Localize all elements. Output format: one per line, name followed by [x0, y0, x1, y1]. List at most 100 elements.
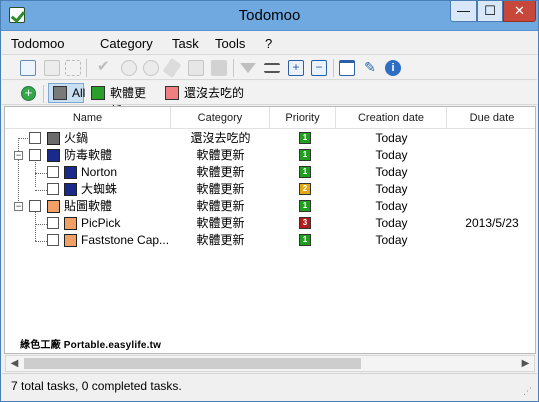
task-name: Norton — [81, 165, 118, 179]
wrench-icon[interactable]: ✎ — [362, 60, 378, 76]
task-category: 還沒去吃的 — [190, 131, 251, 145]
filter-not-eaten-yet[interactable]: 還沒去吃的 — [160, 83, 250, 103]
task-creation-date: Today — [375, 182, 408, 196]
toolbar-separator — [233, 59, 234, 77]
column-category[interactable]: Category — [171, 107, 270, 129]
task-priority-badge: 1 — [299, 234, 311, 246]
task-row[interactable]: − 貼圖軟體 軟體更新 1 Today — [5, 198, 535, 215]
task-priority-badge: 1 — [299, 149, 311, 161]
maximize-button[interactable]: ☐ — [477, 1, 503, 22]
title-bar[interactable]: Todomoo — ☐ ✕ — [1, 1, 538, 31]
filter-icon[interactable] — [240, 63, 256, 73]
collapse-toggle[interactable]: − — [14, 151, 23, 160]
task-grid-header: Name Category Priority Creation date Due… — [5, 107, 535, 129]
toolbar-separator — [86, 59, 87, 77]
task-category: 軟體更新 — [196, 148, 245, 162]
task-row[interactable]: − 防毒軟體 軟體更新 1 Today — [5, 147, 535, 164]
task-creation-date: Today — [375, 165, 408, 179]
category-color-swatch — [64, 234, 77, 247]
toolbar-separator — [333, 59, 334, 77]
resize-gripper-icon[interactable]: ⋰ — [523, 386, 533, 396]
task-row[interactable]: 火鍋 還沒去吃的 1 Today — [5, 130, 535, 147]
pause-icon[interactable] — [143, 60, 159, 76]
task-due-date — [447, 164, 535, 181]
play-icon[interactable] — [121, 60, 137, 76]
collapse-all-icon[interactable]: − — [311, 60, 327, 76]
category-color-swatch — [47, 132, 60, 145]
category-color-swatch — [64, 217, 77, 230]
task-complete-checkbox[interactable] — [47, 166, 59, 178]
edit-icon[interactable] — [44, 60, 60, 76]
complete-icon[interactable]: ✔ — [97, 59, 113, 76]
menu-help[interactable]: ? — [265, 36, 272, 51]
task-category: 軟體更新 — [196, 216, 245, 230]
task-complete-checkbox[interactable] — [29, 132, 41, 144]
minimize-button[interactable]: — — [450, 1, 477, 22]
stop-icon[interactable] — [211, 60, 227, 76]
task-name: PicPick — [81, 216, 121, 230]
category-color-swatch — [64, 166, 77, 179]
column-priority[interactable]: Priority — [270, 107, 336, 129]
task-due-date — [447, 147, 535, 164]
expand-all-icon[interactable]: + — [288, 60, 304, 76]
menu-tools[interactable]: Tools — [215, 36, 245, 51]
software-update-swatch — [91, 86, 105, 100]
status-bar: 7 total tasks, 0 completed tasks. ⋰ — [2, 373, 537, 398]
horizontal-scrollbar[interactable]: ◀ ▶ — [5, 355, 535, 372]
task-row[interactable]: Faststone Cap... 軟體更新 1 Today — [5, 232, 535, 249]
task-complete-checkbox[interactable] — [47, 217, 59, 229]
task-tree-grid[interactable]: Name Category Priority Creation date Due… — [4, 106, 536, 354]
task-category: 軟體更新 — [196, 165, 245, 179]
column-due-date[interactable]: Due date — [447, 107, 535, 129]
task-row[interactable]: PicPick 軟體更新 3 Today 2013/5/23 — [5, 215, 535, 232]
category-filter-bar: + All 軟體更新 還沒去吃的 — [2, 81, 537, 118]
task-creation-date: Today — [375, 131, 408, 145]
scroll-right-icon[interactable]: ▶ — [517, 356, 534, 371]
column-name[interactable]: Name — [5, 107, 171, 129]
category-color-swatch — [47, 149, 60, 162]
menu-todomoo[interactable]: Todomoo — [11, 36, 64, 51]
all-category-swatch — [53, 86, 67, 100]
text-align-icon[interactable] — [264, 63, 280, 73]
watermark-text: 綠色工廠 Portable.easylife.tw — [20, 340, 162, 351]
task-category: 軟體更新 — [196, 182, 245, 196]
column-creation-date[interactable]: Creation date — [336, 107, 447, 129]
filter-all[interactable]: All — [48, 83, 85, 103]
collapse-toggle[interactable]: − — [14, 202, 23, 211]
task-due-date — [447, 232, 535, 249]
chart-icon[interactable] — [188, 60, 204, 76]
filter-not-eaten-label: 還沒去吃的 — [184, 86, 245, 100]
task-complete-checkbox[interactable] — [47, 183, 59, 195]
task-name: 火鍋 — [64, 131, 89, 145]
window-icon[interactable] — [339, 60, 355, 76]
close-button[interactable]: ✕ — [503, 1, 536, 22]
task-due-date — [447, 130, 535, 147]
scroll-left-icon[interactable]: ◀ — [6, 356, 23, 371]
add-category-button[interactable]: + — [21, 86, 36, 101]
menu-category[interactable]: Category — [100, 36, 153, 51]
task-creation-date: Today — [375, 216, 408, 230]
toolbar-separator — [43, 85, 44, 103]
task-creation-date: Today — [375, 233, 408, 247]
task-complete-checkbox[interactable] — [29, 149, 41, 161]
info-icon[interactable]: i — [385, 60, 401, 76]
task-complete-checkbox[interactable] — [29, 200, 41, 212]
new-task-icon[interactable] — [20, 60, 36, 76]
task-creation-date: Today — [375, 199, 408, 213]
task-creation-date: Today — [375, 148, 408, 162]
task-category: 軟體更新 — [196, 199, 245, 213]
eraser-icon[interactable] — [162, 58, 182, 78]
category-color-swatch — [64, 183, 77, 196]
filter-software-update[interactable]: 軟體更新 — [86, 83, 160, 118]
scroll-thumb[interactable] — [24, 358, 361, 369]
not-eaten-swatch — [165, 86, 179, 100]
task-row[interactable]: Norton 軟體更新 1 Today — [5, 164, 535, 181]
task-priority-badge: 2 — [299, 183, 311, 195]
task-due-date — [447, 198, 535, 215]
task-complete-checkbox[interactable] — [47, 234, 59, 246]
task-priority-badge: 1 — [299, 166, 311, 178]
task-name: 貼圖軟體 — [64, 199, 113, 213]
task-row[interactable]: 大蜘蛛 軟體更新 2 Today — [5, 181, 535, 198]
menu-task[interactable]: Task — [172, 36, 199, 51]
move-icon[interactable] — [65, 60, 81, 76]
